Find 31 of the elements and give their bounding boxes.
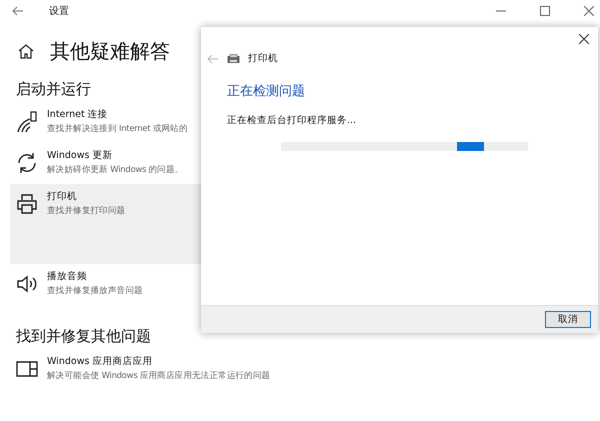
item-description: 解决妨碍你更新 Windows 的问题。 — [47, 164, 184, 177]
cancel-button[interactable]: 取消 — [545, 311, 591, 328]
item-title: 播放音频 — [47, 270, 88, 284]
troubleshooter-item[interactable]: 播放音频 查找并修复播放声音问题 — [10, 264, 310, 305]
printer-icon — [16, 193, 38, 215]
wifi-icon — [16, 111, 38, 133]
item-title: 打印机 — [47, 190, 78, 204]
item-description: 查找并修复打印问题 — [47, 205, 126, 218]
section-heading: 找到并修复其他问题 — [16, 327, 151, 347]
item-title: Windows 应用商店应用 — [47, 355, 154, 369]
item-description: 解决可能会使 Windows 应用商店应用无法正常运行的问题 — [47, 370, 270, 383]
close-icon[interactable] — [579, 34, 589, 44]
speaker-icon — [16, 273, 38, 295]
section-heading: 启动并运行 — [16, 80, 91, 100]
page-title: 其他疑难解答 — [50, 38, 170, 64]
item-title: Windows 更新 — [47, 149, 114, 163]
troubleshooter-item[interactable]: Windows 应用商店应用 解决可能会使 Windows 应用商店应用无法正常运行的问题 — [10, 349, 310, 390]
item-description: 查找并解决连接到 Internet 或网站的 — [47, 123, 188, 136]
close-icon[interactable] — [584, 6, 594, 16]
maximize-icon[interactable] — [540, 6, 550, 16]
item-description: 查找并修复播放声音问题 — [47, 284, 143, 298]
dialog-heading: 正在检测问题 — [226, 83, 306, 100]
troubleshooter-item[interactable]: Windows 更新 解决妨碍你更新 Windows 的问题。 — [10, 143, 310, 184]
item-title: Internet 连接 — [47, 108, 109, 122]
back-icon[interactable] — [12, 6, 24, 16]
home-icon[interactable] — [18, 44, 34, 58]
status-text: 正在检查后台打印程序服务... — [226, 114, 358, 127]
refresh-icon — [16, 152, 38, 174]
printer-icon — [227, 54, 240, 64]
window-title: 设置 — [49, 4, 69, 18]
dialog-title: 打印机 — [248, 52, 278, 65]
